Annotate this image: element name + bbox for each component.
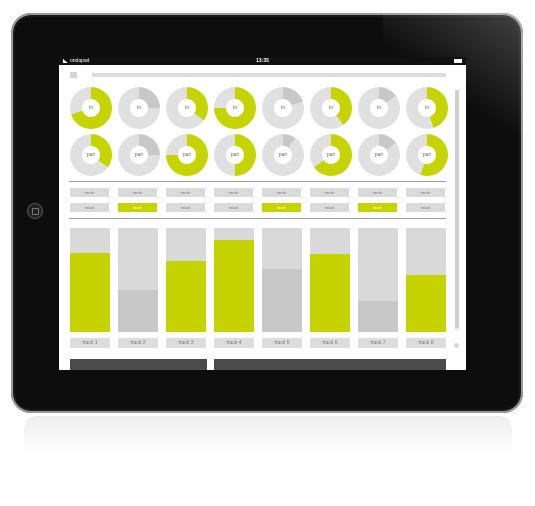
mute-button[interactable]: mute — [262, 188, 301, 197]
knob-label: lo — [82, 99, 100, 117]
footer-panel-right[interactable] — [214, 359, 446, 370]
lo-knob[interactable]: lo — [166, 87, 208, 129]
clock: 13:35 — [256, 58, 269, 64]
pan-knob[interactable]: pan — [310, 134, 352, 176]
tablet-reflection — [24, 416, 512, 456]
volume-fader[interactable] — [262, 228, 302, 332]
mute-button[interactable]: mute — [118, 188, 157, 197]
volume-fader[interactable] — [70, 228, 110, 332]
fader-level — [118, 290, 158, 332]
mute-toggle-button[interactable]: mute — [214, 203, 253, 212]
pan-knob[interactable]: pan — [262, 134, 304, 176]
knob-label: lo — [130, 99, 148, 117]
volume-fader[interactable] — [310, 228, 350, 332]
fader-level — [358, 301, 398, 332]
divider — [69, 218, 446, 219]
volume-fader[interactable] — [406, 228, 446, 332]
pan-knob[interactable]: pan — [70, 134, 112, 176]
mute-toggle-button[interactable]: mute — [166, 203, 205, 212]
track-name-button[interactable]: track 4 — [214, 338, 254, 348]
pan-knob[interactable]: pan — [166, 134, 208, 176]
volume-fader[interactable] — [358, 228, 398, 332]
mixer-screen: ondapad 13:35 lo lo lo lo lo lo lo lo pan pan pan… — [59, 57, 466, 370]
knob-label: pan — [322, 146, 340, 164]
mute-button[interactable]: mute — [358, 188, 397, 197]
track-name-button[interactable]: track 6 — [310, 338, 350, 348]
lo-knob[interactable]: lo — [214, 87, 256, 129]
knob-label: lo — [274, 99, 292, 117]
mute-button[interactable]: mute — [70, 188, 109, 197]
volume-fader[interactable] — [214, 228, 254, 332]
knob-label: pan — [226, 146, 244, 164]
knob-label: lo — [370, 99, 388, 117]
divider — [69, 181, 446, 182]
mute-toggle-button[interactable]: mute — [310, 203, 349, 212]
lo-knob[interactable]: lo — [406, 87, 448, 129]
pan-knob[interactable]: pan — [214, 134, 256, 176]
track-name-button[interactable]: track 2 — [118, 338, 158, 348]
volume-fader[interactable] — [118, 228, 158, 332]
mute-toggle-button[interactable]: mute — [118, 203, 157, 212]
status-bar: ondapad 13:35 — [59, 57, 466, 65]
fader-level — [70, 253, 110, 332]
lo-knob[interactable]: lo — [358, 87, 400, 129]
knob-label: lo — [322, 99, 340, 117]
home-button[interactable] — [27, 203, 43, 219]
volume-fader[interactable] — [166, 228, 206, 332]
track-name-button[interactable]: track 7 — [358, 338, 398, 348]
track-name-button[interactable]: track 5 — [262, 338, 302, 348]
knob-label: pan — [82, 146, 100, 164]
battery-icon — [454, 59, 462, 63]
mute-button[interactable]: mute — [406, 188, 445, 197]
fader-level — [214, 240, 254, 332]
knob-label: pan — [178, 146, 196, 164]
track-name-button[interactable]: track 8 — [406, 338, 446, 348]
knob-label: lo — [226, 99, 244, 117]
knob-label: pan — [274, 146, 292, 164]
fader-level — [310, 254, 350, 332]
lo-knob[interactable]: lo — [118, 87, 160, 129]
pan-knob[interactable]: pan — [358, 134, 400, 176]
lo-knob[interactable]: lo — [262, 87, 304, 129]
pan-knob[interactable]: pan — [406, 134, 448, 176]
mute-toggle-button[interactable]: mute — [406, 203, 445, 212]
track-name-button[interactable]: track 3 — [166, 338, 206, 348]
horizontal-scrollbar[interactable] — [92, 73, 446, 77]
fader-level — [406, 275, 446, 332]
track-name-button[interactable]: track 1 — [70, 338, 110, 348]
knob-label: lo — [418, 99, 436, 117]
mute-toggle-button[interactable]: mute — [70, 203, 109, 212]
mute-button[interactable]: mute — [310, 188, 349, 197]
fader-level — [166, 261, 206, 332]
mute-toggle-button[interactable]: mute — [262, 203, 301, 212]
mute-button[interactable]: mute — [214, 188, 253, 197]
fader-level — [262, 269, 302, 332]
menu-icon[interactable] — [70, 72, 77, 78]
knob-label: pan — [370, 146, 388, 164]
lo-knob[interactable]: lo — [310, 87, 352, 129]
knob-label: pan — [130, 146, 148, 164]
footer-panel-left[interactable] — [70, 359, 207, 370]
mute-button[interactable]: mute — [166, 188, 205, 197]
knob-label: lo — [178, 99, 196, 117]
knob-label: pan — [418, 146, 436, 164]
scroll-indicator-icon — [454, 343, 459, 348]
mute-toggle-button[interactable]: mute — [358, 203, 397, 212]
vertical-scroll-thumb[interactable] — [455, 90, 459, 328]
pan-knob[interactable]: pan — [118, 134, 160, 176]
lo-knob[interactable]: lo — [70, 87, 112, 129]
